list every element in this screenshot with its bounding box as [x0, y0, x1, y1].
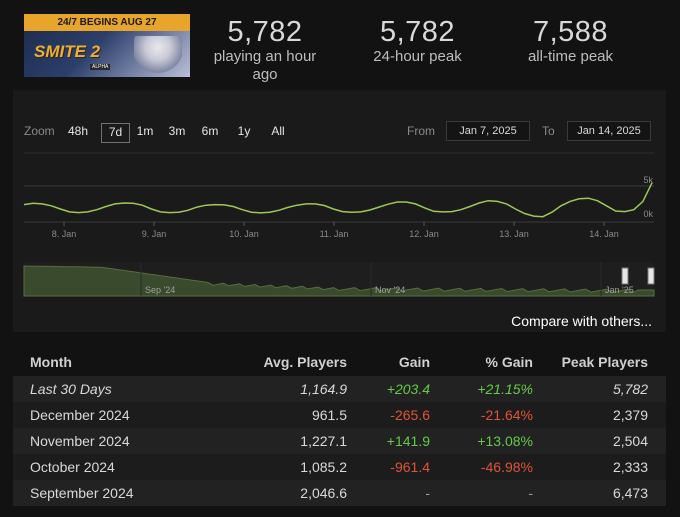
month-cell: Last 30 Days — [13, 376, 220, 402]
game-logo-sub: ALPHA — [90, 64, 111, 70]
peak-players-cell: 2,379 — [533, 402, 666, 428]
avg-players-cell: 1,085.2 — [220, 454, 347, 480]
zoom-1y-button[interactable]: 1y — [236, 123, 252, 141]
from-label: From — [407, 124, 435, 138]
avg-players-cell: 1,227.1 — [220, 428, 347, 454]
table-row: September 2024 2,046.6- -6,473 — [13, 480, 666, 506]
from-date-input[interactable] — [446, 121, 530, 141]
month-cell: December 2024 — [13, 402, 220, 428]
gain-cell: +203.4 — [347, 376, 430, 402]
zoom-6m-button[interactable]: 6m — [201, 123, 219, 141]
month-cell: October 2024 — [13, 454, 220, 480]
peak-players-cell: 2,333 — [533, 454, 666, 480]
zoom-all-button[interactable]: All — [268, 123, 288, 141]
navigator-right-handle[interactable] — [647, 267, 655, 285]
percent-gain-cell: +13.08% — [430, 428, 533, 454]
stat-value: 5,782 — [379, 16, 456, 48]
to-label: To — [542, 124, 555, 138]
zoom-48h-button[interactable]: 48h — [66, 123, 90, 141]
percent-gain-cell: +21.15% — [430, 376, 533, 402]
game-logo: SMITE 2 — [34, 42, 101, 61]
banner-strip: 24/7 BEGINS AUG 27 — [24, 14, 190, 31]
zeus-figure-image — [134, 36, 182, 74]
table-row: November 2024 1,227.1 +141.9 +13.08% 2,504 — [13, 428, 666, 454]
table-header-row: Month Avg. Players Gain % Gain Peak Play… — [13, 348, 666, 376]
stat-current: 5,782 playing an hour ago — [200, 16, 330, 84]
header-month[interactable]: Month — [13, 348, 220, 376]
peak-players-cell: 2,504 — [533, 428, 666, 454]
stat-24h-peak: 5,782 24-hour peak — [360, 16, 475, 66]
peak-players-cell: 5,782 — [533, 376, 666, 402]
month-cell: September 2024 — [13, 480, 220, 506]
gain-cell: +141.9 — [347, 428, 430, 454]
header-percent-gain[interactable]: % Gain — [430, 348, 533, 376]
percent-gain-cell: -46.98% — [430, 454, 533, 480]
zoom-3m-button[interactable]: 3m — [168, 123, 186, 141]
header-peak-players[interactable]: Peak Players — [533, 348, 666, 376]
month-cell: November 2024 — [13, 428, 220, 454]
monthly-stats-table: Month Avg. Players Gain % Gain Peak Play… — [13, 348, 666, 506]
stat-label: all-time peak — [527, 48, 614, 65]
table-row: December 2024 961.5 -265.6 -21.64% 2,379 — [13, 402, 666, 428]
stat-label: 24-hour peak — [373, 48, 462, 65]
avg-players-cell: 1,164.9 — [220, 376, 347, 402]
header-area: 24/7 BEGINS AUG 27 SMITE 2 ALPHA 5,782 p… — [0, 0, 680, 90]
gain-cell: -961.4 — [347, 454, 430, 480]
compare-with-others-link[interactable]: Compare with others... — [511, 313, 652, 329]
gain-cell: - — [347, 480, 430, 506]
avg-players-cell: 961.5 — [220, 402, 347, 428]
table-row: October 2024 1,085.2 -961.4 -46.98% 2,333 — [13, 454, 666, 480]
stat-label: playing an hour ago — [213, 48, 317, 83]
header-gain[interactable]: Gain — [347, 348, 430, 376]
percent-gain-cell: -21.64% — [430, 402, 533, 428]
zoom-label: Zoom — [24, 124, 55, 138]
gain-cell: -265.6 — [347, 402, 430, 428]
percent-gain-cell: - — [430, 480, 533, 506]
avg-players-cell: 2,046.6 — [220, 480, 347, 506]
zoom-7d-button[interactable]: 7d — [101, 123, 130, 143]
stat-value: 7,588 — [532, 16, 609, 48]
header-avg-players[interactable]: Avg. Players — [220, 348, 347, 376]
stat-value: 5,782 — [227, 16, 303, 48]
table-row: Last 30 Days 1,164.9 +203.4 +21.15% 5,782 — [13, 376, 666, 402]
game-banner[interactable]: 24/7 BEGINS AUG 27 SMITE 2 ALPHA — [24, 14, 190, 77]
peak-players-cell: 6,473 — [533, 480, 666, 506]
stat-all-time-peak: 7,588 all-time peak — [513, 16, 628, 66]
zoom-1m-button[interactable]: 1m — [136, 123, 154, 141]
to-date-input[interactable] — [567, 121, 651, 141]
navigator-left-handle[interactable] — [621, 267, 629, 285]
